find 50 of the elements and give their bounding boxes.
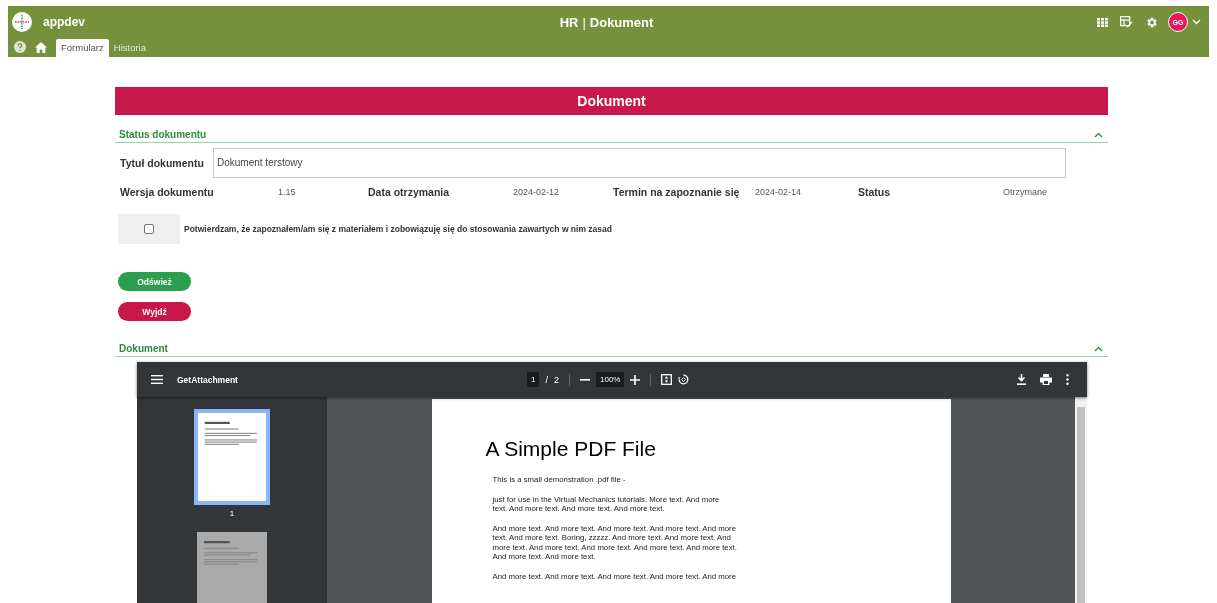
chevron-icon[interactable]	[1094, 131, 1103, 138]
zoom-field[interactable]: 100%	[596, 372, 625, 387]
page-thumbnail[interactable]	[194, 409, 270, 505]
field-value: 1.15	[278, 187, 297, 197]
grid-icon[interactable]	[1097, 17, 1108, 27]
fit-page-icon[interactable]	[661, 374, 673, 385]
page-number-field[interactable]: 1	[527, 372, 540, 387]
tab[interactable]: Formularz	[56, 39, 109, 57]
field-label: Data otrzymania	[368, 186, 451, 198]
chevron-icon[interactable]	[1094, 345, 1103, 352]
field-label: Wersja dokumentu	[120, 186, 215, 198]
field-label: Status	[858, 186, 892, 198]
print-icon[interactable]	[1040, 374, 1052, 385]
settings-icon[interactable]	[1145, 15, 1158, 29]
field-label: Termin na zapoznanie się	[613, 186, 741, 198]
help-icon[interactable]	[14, 41, 26, 53]
home-icon[interactable]	[35, 42, 47, 53]
pdf-heading: A Simple PDF File	[485, 437, 657, 461]
page-separator: /	[545, 374, 548, 385]
field-value: 2024-02-14	[755, 187, 803, 197]
field-value: 2024-02-12	[513, 187, 561, 197]
chevron-down-icon[interactable]	[1192, 19, 1201, 25]
section-title[interactable]: Status dokumentu	[119, 129, 207, 140]
page-title: Dokument	[589, 14, 654, 30]
rotate-icon[interactable]	[678, 374, 690, 385]
zoom-out-icon[interactable]	[580, 378, 590, 381]
module-name: HR	[559, 14, 579, 30]
title-separator: |	[582, 14, 586, 30]
thumbnail-number: 1	[229, 509, 235, 518]
file-name: GetAttachment	[177, 374, 238, 385]
action-button[interactable]: Wyjdź	[118, 302, 191, 321]
confirmation-label: Potwierdzam, że zapoznałem/am się z materiałem i zobowiązuję się do stosowania zawartych w nim zasad	[184, 224, 612, 234]
table-edit-icon[interactable]	[1120, 16, 1133, 28]
logo-icon	[12, 12, 32, 32]
field-label: Tytuł dokumentu	[120, 157, 205, 169]
menu-icon[interactable]	[151, 375, 163, 384]
section-title[interactable]: Dokument	[119, 343, 168, 354]
page-thumbnail[interactable]	[197, 532, 267, 603]
scrollbar[interactable]	[1075, 397, 1087, 603]
zoom-in-icon[interactable]	[630, 374, 641, 385]
action-button[interactable]: Odśwież	[118, 272, 191, 291]
download-icon[interactable]	[1017, 374, 1026, 385]
tab[interactable]: Historia	[108, 39, 151, 57]
more-icon[interactable]	[1066, 374, 1069, 385]
field-value: Otrzymane	[1003, 187, 1048, 197]
page-count: 2	[553, 374, 559, 385]
title-field[interactable]: Dokument terstowy	[213, 148, 1066, 178]
form-banner: Dokument	[115, 87, 1108, 115]
app-name: appdev	[43, 15, 85, 29]
checkbox[interactable]	[144, 224, 154, 234]
